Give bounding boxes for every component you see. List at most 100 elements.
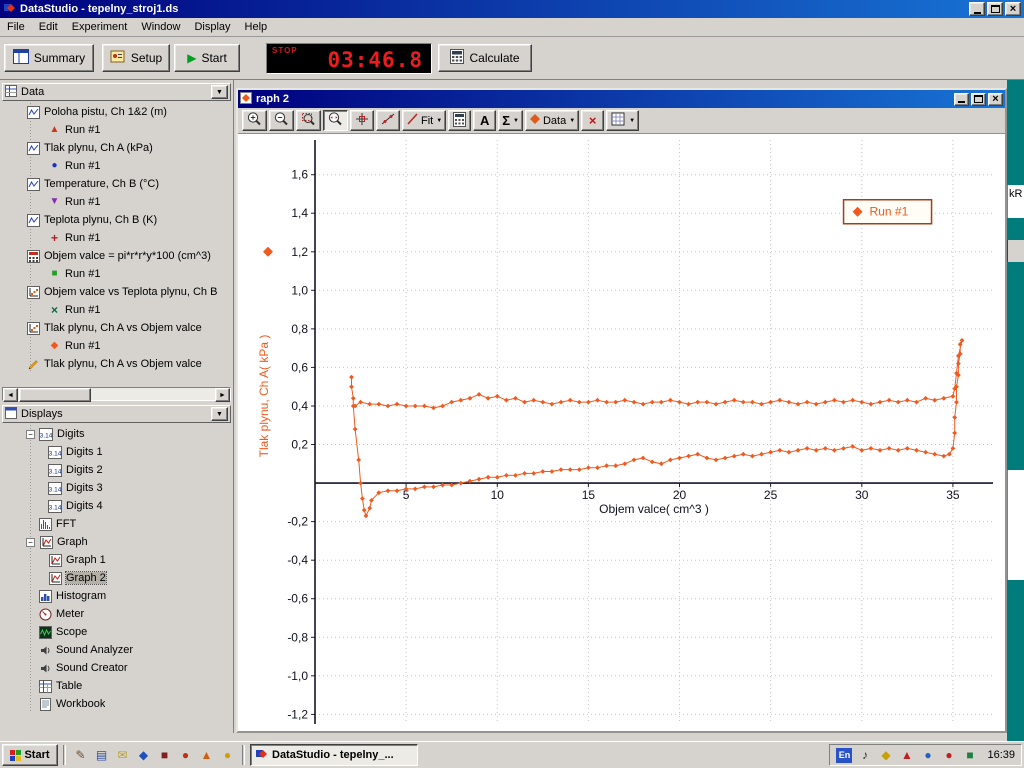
start-button[interactable]: ▶ Start — [174, 44, 240, 72]
displays-item-graph-1[interactable]: Graph 1 — [0, 551, 233, 569]
graph-window-title: raph 2 — [256, 93, 289, 105]
displays-item-graph[interactable]: −Graph — [0, 533, 233, 551]
svg-text:35: 35 — [946, 488, 960, 502]
displays-item-histogram[interactable]: Histogram — [0, 587, 233, 605]
close-button[interactable]: × — [1005, 2, 1021, 16]
maximize-button[interactable] — [987, 2, 1003, 16]
graph-window-titlebar[interactable]: raph 2 × — [238, 90, 1005, 108]
minimize-button[interactable] — [969, 2, 985, 16]
scroll-right-button[interactable]: ► — [215, 388, 230, 402]
displays-item-digits[interactable]: −3.14Digits — [0, 425, 233, 443]
text-annotation-button[interactable]: A — [473, 110, 496, 131]
graph-close-button[interactable]: × — [988, 93, 1003, 106]
zoom-out-button[interactable] — [269, 110, 294, 131]
data-item-temperature-ch-b-c[interactable]: Temperature, Ch B (°C) — [0, 175, 233, 193]
tray-icon-5[interactable]: ● — [939, 746, 958, 765]
speaker-icon — [38, 644, 52, 657]
data-item-objem-valce-vs-teplota-plynu-ch-b[interactable]: Objem valce vs Teplota plynu, Ch B — [0, 283, 233, 301]
data-item-tlak-plynu-ch-a-kpa[interactable]: Tlak plynu, Ch A (kPa) — [0, 139, 233, 157]
displays-item-workbook[interactable]: Workbook — [0, 695, 233, 713]
run-item-objem-valce-vs-teplota-plynu-ch-b[interactable]: ×Run #1 — [0, 301, 233, 319]
collapse-icon[interactable]: − — [26, 430, 35, 439]
quicklaunch-icon-4[interactable]: ◆ — [134, 746, 153, 765]
tray-icon-3[interactable]: ▲ — [897, 746, 916, 765]
data-tree-hscrollbar[interactable]: ◄ ► — [2, 387, 231, 401]
quicklaunch-icon-8[interactable]: ● — [218, 746, 237, 765]
scrollbar-thumb[interactable] — [19, 388, 91, 402]
run-item-objem-valce-pi-r-r-y-100-cm-3[interactable]: ■Run #1 — [0, 265, 233, 283]
displays-panel-menu-button[interactable]: ▼ — [211, 407, 228, 421]
displays-item-table[interactable]: Table — [0, 677, 233, 695]
displays-item-digits-1[interactable]: 3.14Digits 1 — [0, 443, 233, 461]
run-item-poloha-pistu-ch-1-2-m[interactable]: ▲Run #1 — [0, 121, 233, 139]
run-item-tlak-plynu-ch-a-vs-objem-valce[interactable]: ◆Run #1 — [0, 337, 233, 355]
menu-window[interactable]: Window — [134, 19, 187, 35]
chart-legend[interactable]: Run #1 — [844, 200, 932, 224]
run-item-tlak-plynu-ch-a-kpa[interactable]: ●Run #1 — [0, 157, 233, 175]
quicklaunch-icon-2[interactable]: ▤ — [92, 746, 111, 765]
graph-maximize-button[interactable] — [971, 93, 986, 106]
zoom-select-button[interactable] — [296, 110, 321, 131]
digits-icon: 3.14 — [48, 500, 62, 513]
calculator-icon — [26, 250, 40, 263]
graph-settings-icon — [610, 111, 626, 130]
svg-text:1,0: 1,0 — [291, 283, 308, 297]
slope-tool-button[interactable] — [376, 110, 400, 131]
tray-icon-2[interactable]: ◆ — [876, 746, 895, 765]
start-menu-button[interactable]: Start — [2, 744, 58, 766]
remove-button[interactable]: × — [581, 110, 604, 131]
displays-item-meter[interactable]: Meter — [0, 605, 233, 623]
displays-item-digits-2[interactable]: 3.14Digits 2 — [0, 461, 233, 479]
chart-plot-area[interactable]: 1,61,41,21,00,80,60,40,2-0,2-0,4-0,6-0,8… — [238, 134, 1005, 731]
quicklaunch-icon-5[interactable]: ■ — [155, 746, 174, 765]
run-item-temperature-ch-b-c[interactable]: ▼Run #1 — [0, 193, 233, 211]
data-item-poloha-pistu-ch-1-2-m[interactable]: Poloha pistu, Ch 1&2 (m) — [0, 103, 233, 121]
tray-icon-1[interactable]: ♪ — [855, 746, 874, 765]
data-panel-menu-button[interactable]: ▼ — [211, 85, 228, 99]
quicklaunch-icon-7[interactable]: ▲ — [197, 746, 216, 765]
zoom-in-button[interactable] — [242, 110, 267, 131]
data-panel-header: Data ▼ — [2, 83, 231, 101]
zoom-out-icon — [273, 111, 290, 130]
displays-item-sound-creator[interactable]: Sound Creator — [0, 659, 233, 677]
scale-to-fit-button[interactable] — [323, 110, 348, 131]
menu-experiment[interactable]: Experiment — [65, 19, 135, 35]
summary-button[interactable]: Summary — [4, 44, 94, 72]
data-menu-button[interactable]: Data▼ — [525, 110, 579, 131]
quicklaunch-icon-1[interactable]: ✎ — [71, 746, 90, 765]
smart-tool-button[interactable] — [350, 110, 374, 131]
keyboard-layout-indicator[interactable]: En — [836, 748, 852, 763]
scroll-left-button[interactable]: ◄ — [3, 388, 18, 402]
displays-item-scope[interactable]: Scope — [0, 623, 233, 641]
calculate-button[interactable] — [448, 110, 471, 131]
graph-minimize-button[interactable] — [954, 93, 969, 106]
calculate-button[interactable]: Calculate — [438, 44, 532, 72]
statistics-button[interactable]: Σ▼ — [498, 110, 523, 131]
displays-item-sound-analyzer[interactable]: Sound Analyzer — [0, 641, 233, 659]
tray-icon-6[interactable]: ■ — [960, 746, 979, 765]
graph-display-icon — [39, 536, 53, 549]
displays-item-digits-4[interactable]: 3.14Digits 4 — [0, 497, 233, 515]
data-item-tlak-plynu-ch-a-vs-objem-valce[interactable]: Tlak plynu, Ch A vs Objem valce — [0, 319, 233, 337]
menu-help[interactable]: Help — [238, 19, 275, 35]
tray-icon-4[interactable]: ● — [918, 746, 937, 765]
run-item-teplota-plynu-ch-b-k[interactable]: +Run #1 — [0, 229, 233, 247]
data-item-tlak-plynu-ch-a-vs-objem-valce[interactable]: Tlak plynu, Ch A vs Objem valce — [0, 355, 233, 373]
fit-menu-button[interactable]: Fit▼ — [402, 110, 446, 131]
collapse-icon[interactable]: − — [26, 538, 35, 547]
taskbar-divider — [63, 745, 66, 765]
chevron-down-icon: ▼ — [436, 118, 442, 124]
graph-settings-button[interactable]: ▼ — [606, 110, 639, 131]
menu-file[interactable]: File — [0, 19, 32, 35]
setup-button[interactable]: Setup — [102, 44, 170, 72]
taskbar-task-button[interactable]: DataStudio - tepelny_... — [250, 744, 418, 766]
menu-edit[interactable]: Edit — [32, 19, 65, 35]
displays-item-graph-2[interactable]: Graph 2 — [0, 569, 233, 587]
quicklaunch-icon-3[interactable]: ✉ — [113, 746, 132, 765]
menu-display[interactable]: Display — [187, 19, 237, 35]
quicklaunch-icon-6[interactable]: ● — [176, 746, 195, 765]
data-item-objem-valce-pi-r-r-y-100-cm-3[interactable]: Objem valce = pi*r*r*y*100 (cm^3) — [0, 247, 233, 265]
displays-item-fft[interactable]: FFT — [0, 515, 233, 533]
data-item-teplota-plynu-ch-b-k[interactable]: Teplota plynu, Ch B (K) — [0, 211, 233, 229]
displays-item-digits-3[interactable]: 3.14Digits 3 — [0, 479, 233, 497]
